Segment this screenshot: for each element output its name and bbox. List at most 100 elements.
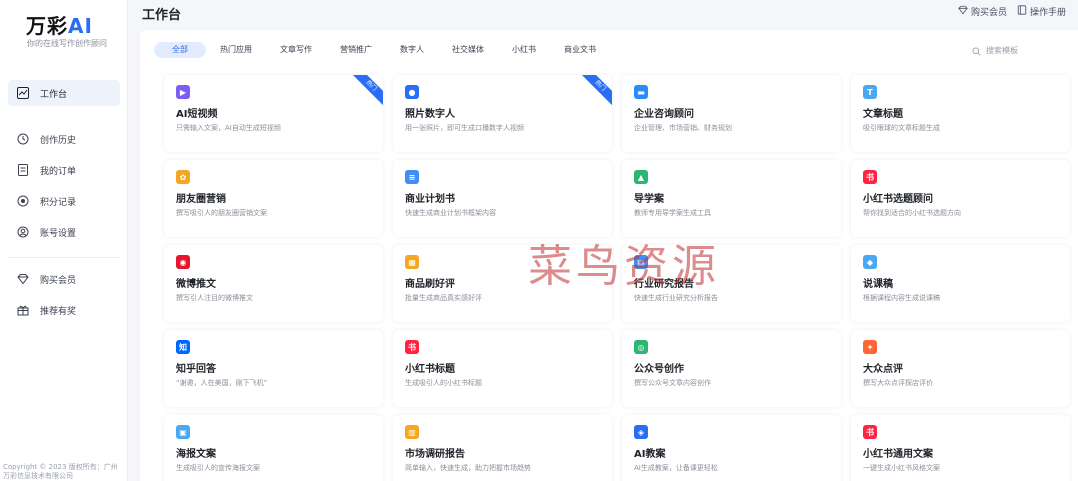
sidebar-item-label: 我的订单	[40, 166, 77, 177]
template-card[interactable]: ● 照片数字人 用一张照片，即可生成口播数字人视频 热门	[393, 75, 612, 152]
tab-digital-human[interactable]: 数字人	[386, 42, 438, 58]
study-icon: ▲	[634, 170, 648, 184]
logo-ai: AI	[68, 14, 93, 38]
title-icon: T	[863, 85, 877, 99]
template-card[interactable]: ▶ AI短视频 只需输入文案，AI自动生成短视频 热门	[164, 75, 383, 152]
template-card[interactable]: 书小红书标题 生成吸引人的小红书标题	[393, 330, 612, 407]
account-icon	[16, 225, 30, 239]
poster-icon: ▣	[176, 425, 190, 439]
card-title: 导学案	[634, 194, 664, 205]
search-icon	[972, 41, 981, 60]
card-description: 一键生成小红书风格文案	[863, 464, 940, 472]
sidebar: 万彩AI 你的在线写作创作顾问 工作台 创作历史 我的订单 积分记录 账号设置 …	[0, 0, 128, 481]
template-card[interactable]: 知知乎回答 “谢邀，人在美国，刚下飞机”	[164, 330, 383, 407]
card-description: 教师专用导学案生成工具	[634, 209, 711, 217]
tab-business[interactable]: 商业文书	[550, 42, 610, 58]
logo-text: 万彩	[26, 14, 68, 38]
template-card[interactable]: ◈ AI教案 AI生成教案，让备课更轻松	[622, 415, 841, 481]
hot-badge: 热门	[349, 75, 383, 108]
sidebar-item-label: 购买会员	[40, 275, 77, 286]
template-card[interactable]: 书小红书选题顾问 帮你找到适合的小红书选题方向	[851, 160, 1070, 237]
sidebar-item-workbench[interactable]: 工作台	[8, 80, 120, 106]
sidebar-item-account[interactable]: 账号设置	[8, 219, 120, 245]
main-nav: 工作台	[0, 80, 128, 106]
manual-link[interactable]: 操作手册	[1017, 5, 1066, 18]
sidebar-item-label: 推荐有奖	[40, 306, 77, 317]
card-title: 海报文案	[176, 449, 216, 460]
category-tabs: 全部 热门应用 文章写作 营销推广 数字人 社交媒体 小红书 商业文书	[154, 42, 610, 58]
card-description: 撰写吸引人的朋友圈营销文案	[176, 209, 267, 217]
card-title: 小红书通用文案	[863, 449, 933, 460]
card-title: 微博推文	[176, 279, 216, 290]
sidebar-item-membership[interactable]: 购买会员	[8, 266, 120, 292]
card-description: 撰写大众点评探店评价	[863, 379, 933, 387]
template-card[interactable]: ▣ 海报文案 生成吸引人的宣传海报文案	[164, 415, 383, 481]
tab-social-media[interactable]: 社交媒体	[438, 42, 498, 58]
template-card[interactable]: ▲ 导学案教师专用导学案生成工具	[622, 160, 841, 237]
template-card[interactable]: ▦ 商品刷好评 批量生成商品真实感好评	[393, 245, 612, 322]
weibo-icon: ◉	[176, 255, 190, 269]
action-label: 操作手册	[1029, 8, 1066, 18]
sidebar-item-points[interactable]: 积分记录	[8, 188, 120, 214]
card-title: 小红书标题	[405, 364, 455, 375]
tab-all[interactable]: 全部	[154, 42, 206, 58]
search-input[interactable]	[986, 45, 1076, 55]
card-description: “谢邀，人在美国，刚下飞机”	[176, 379, 268, 387]
tab-writing[interactable]: 文章写作	[266, 42, 326, 58]
video-icon: ▶	[176, 85, 190, 99]
sidebar-item-label: 积分记录	[40, 197, 77, 208]
tab-popular[interactable]: 热门应用	[206, 42, 266, 58]
zhihu-icon: 知	[176, 340, 190, 354]
sidebar-item-label: 工作台	[40, 89, 68, 100]
card-description: 帮你找到适合的小红书选题方向	[863, 209, 961, 217]
template-card[interactable]: ✦ 大众点评 撰写大众点评探店评价	[851, 330, 1070, 407]
points-icon	[16, 194, 30, 208]
book-icon	[1017, 5, 1027, 18]
card-description: 根据课程内容生成说课稿	[863, 294, 940, 302]
xiaohongshu-icon: 书	[863, 170, 877, 184]
tab-xiaohongshu[interactable]: 小红书	[498, 42, 550, 58]
template-card[interactable]: 书小红书通用文案 一键生成小红书风格文案	[851, 415, 1070, 481]
template-card[interactable]: ▥ 市场调研报告 简单输入，快速生成，助力把握市场趋势	[393, 415, 612, 481]
sidebar-item-history[interactable]: 创作历史	[8, 126, 120, 152]
order-icon	[16, 163, 30, 177]
card-title: 市场调研报告	[405, 449, 465, 460]
brand-tagline: 你的在线写作创作顾问	[27, 39, 107, 48]
card-title: 朋友圈营销	[176, 194, 226, 205]
brand-logo[interactable]: 万彩AI	[26, 10, 93, 39]
template-card[interactable]: ✿ 朋友圈营销撰写吸引人的朋友圈营销文案	[164, 160, 383, 237]
sidebar-item-orders[interactable]: 我的订单	[8, 157, 120, 183]
template-card[interactable]: ◉ 微博推文撰写引人注目的微博推文	[164, 245, 383, 322]
shop-icon: ▦	[405, 255, 419, 269]
sidebar-item-label: 账号设置	[40, 228, 77, 239]
card-description: 吸引眼球的文章标题生成	[863, 124, 940, 132]
research-icon: ▥	[405, 425, 419, 439]
template-card[interactable]: ▤ 行业研究报告 快速生成行业研究分析报告	[622, 245, 841, 322]
template-card[interactable]: ◆ 说课稿 根据课程内容生成说课稿	[851, 245, 1070, 322]
history-icon	[16, 132, 30, 146]
moments-icon: ✿	[176, 170, 190, 184]
buy-membership-link[interactable]: 购买会员	[958, 5, 1007, 18]
copyright-text: Copyright © 2023 版权所有：广州万彩信息技术有限公司	[3, 463, 118, 480]
card-description: 快速生成行业研究分析报告	[634, 294, 718, 302]
card-description: 批量生成商品真实感好评	[405, 294, 482, 302]
diamond-icon	[958, 5, 968, 18]
template-card[interactable]: ◎ 公众号创作 撰写公众号文章内容创作	[622, 330, 841, 407]
card-title: 大众点评	[863, 364, 903, 375]
hot-badge: 热门	[578, 75, 612, 108]
template-card[interactable]: ≡ 商业计划书 快速生成商业计划书框架内容	[393, 160, 612, 237]
template-card[interactable]: T 文章标题吸引眼球的文章标题生成	[851, 75, 1070, 152]
card-title: 行业研究报告	[634, 279, 694, 290]
template-card[interactable]: ▬ 企业咨询顾问 企业管理、市场营销、财务规划	[622, 75, 841, 152]
card-title: 文章标题	[863, 109, 903, 120]
sidebar-item-referral[interactable]: 推荐有奖	[8, 297, 120, 323]
card-description: 撰写引人注目的微博推文	[176, 294, 253, 302]
card-title: 公众号创作	[634, 364, 684, 375]
plan-icon: ≡	[405, 170, 419, 184]
account-nav: 创作历史 我的订单 积分记录 账号设置 购买会员 推荐有奖	[0, 126, 128, 323]
tab-marketing[interactable]: 营销推广	[326, 42, 386, 58]
card-description: 用一张照片，即可生成口播数字人视频	[405, 124, 524, 132]
card-description: 撰写公众号文章内容创作	[634, 379, 711, 387]
card-description: 生成吸引人的小红书标题	[405, 379, 482, 387]
card-description: 只需输入文案，AI自动生成短视频	[176, 124, 281, 132]
